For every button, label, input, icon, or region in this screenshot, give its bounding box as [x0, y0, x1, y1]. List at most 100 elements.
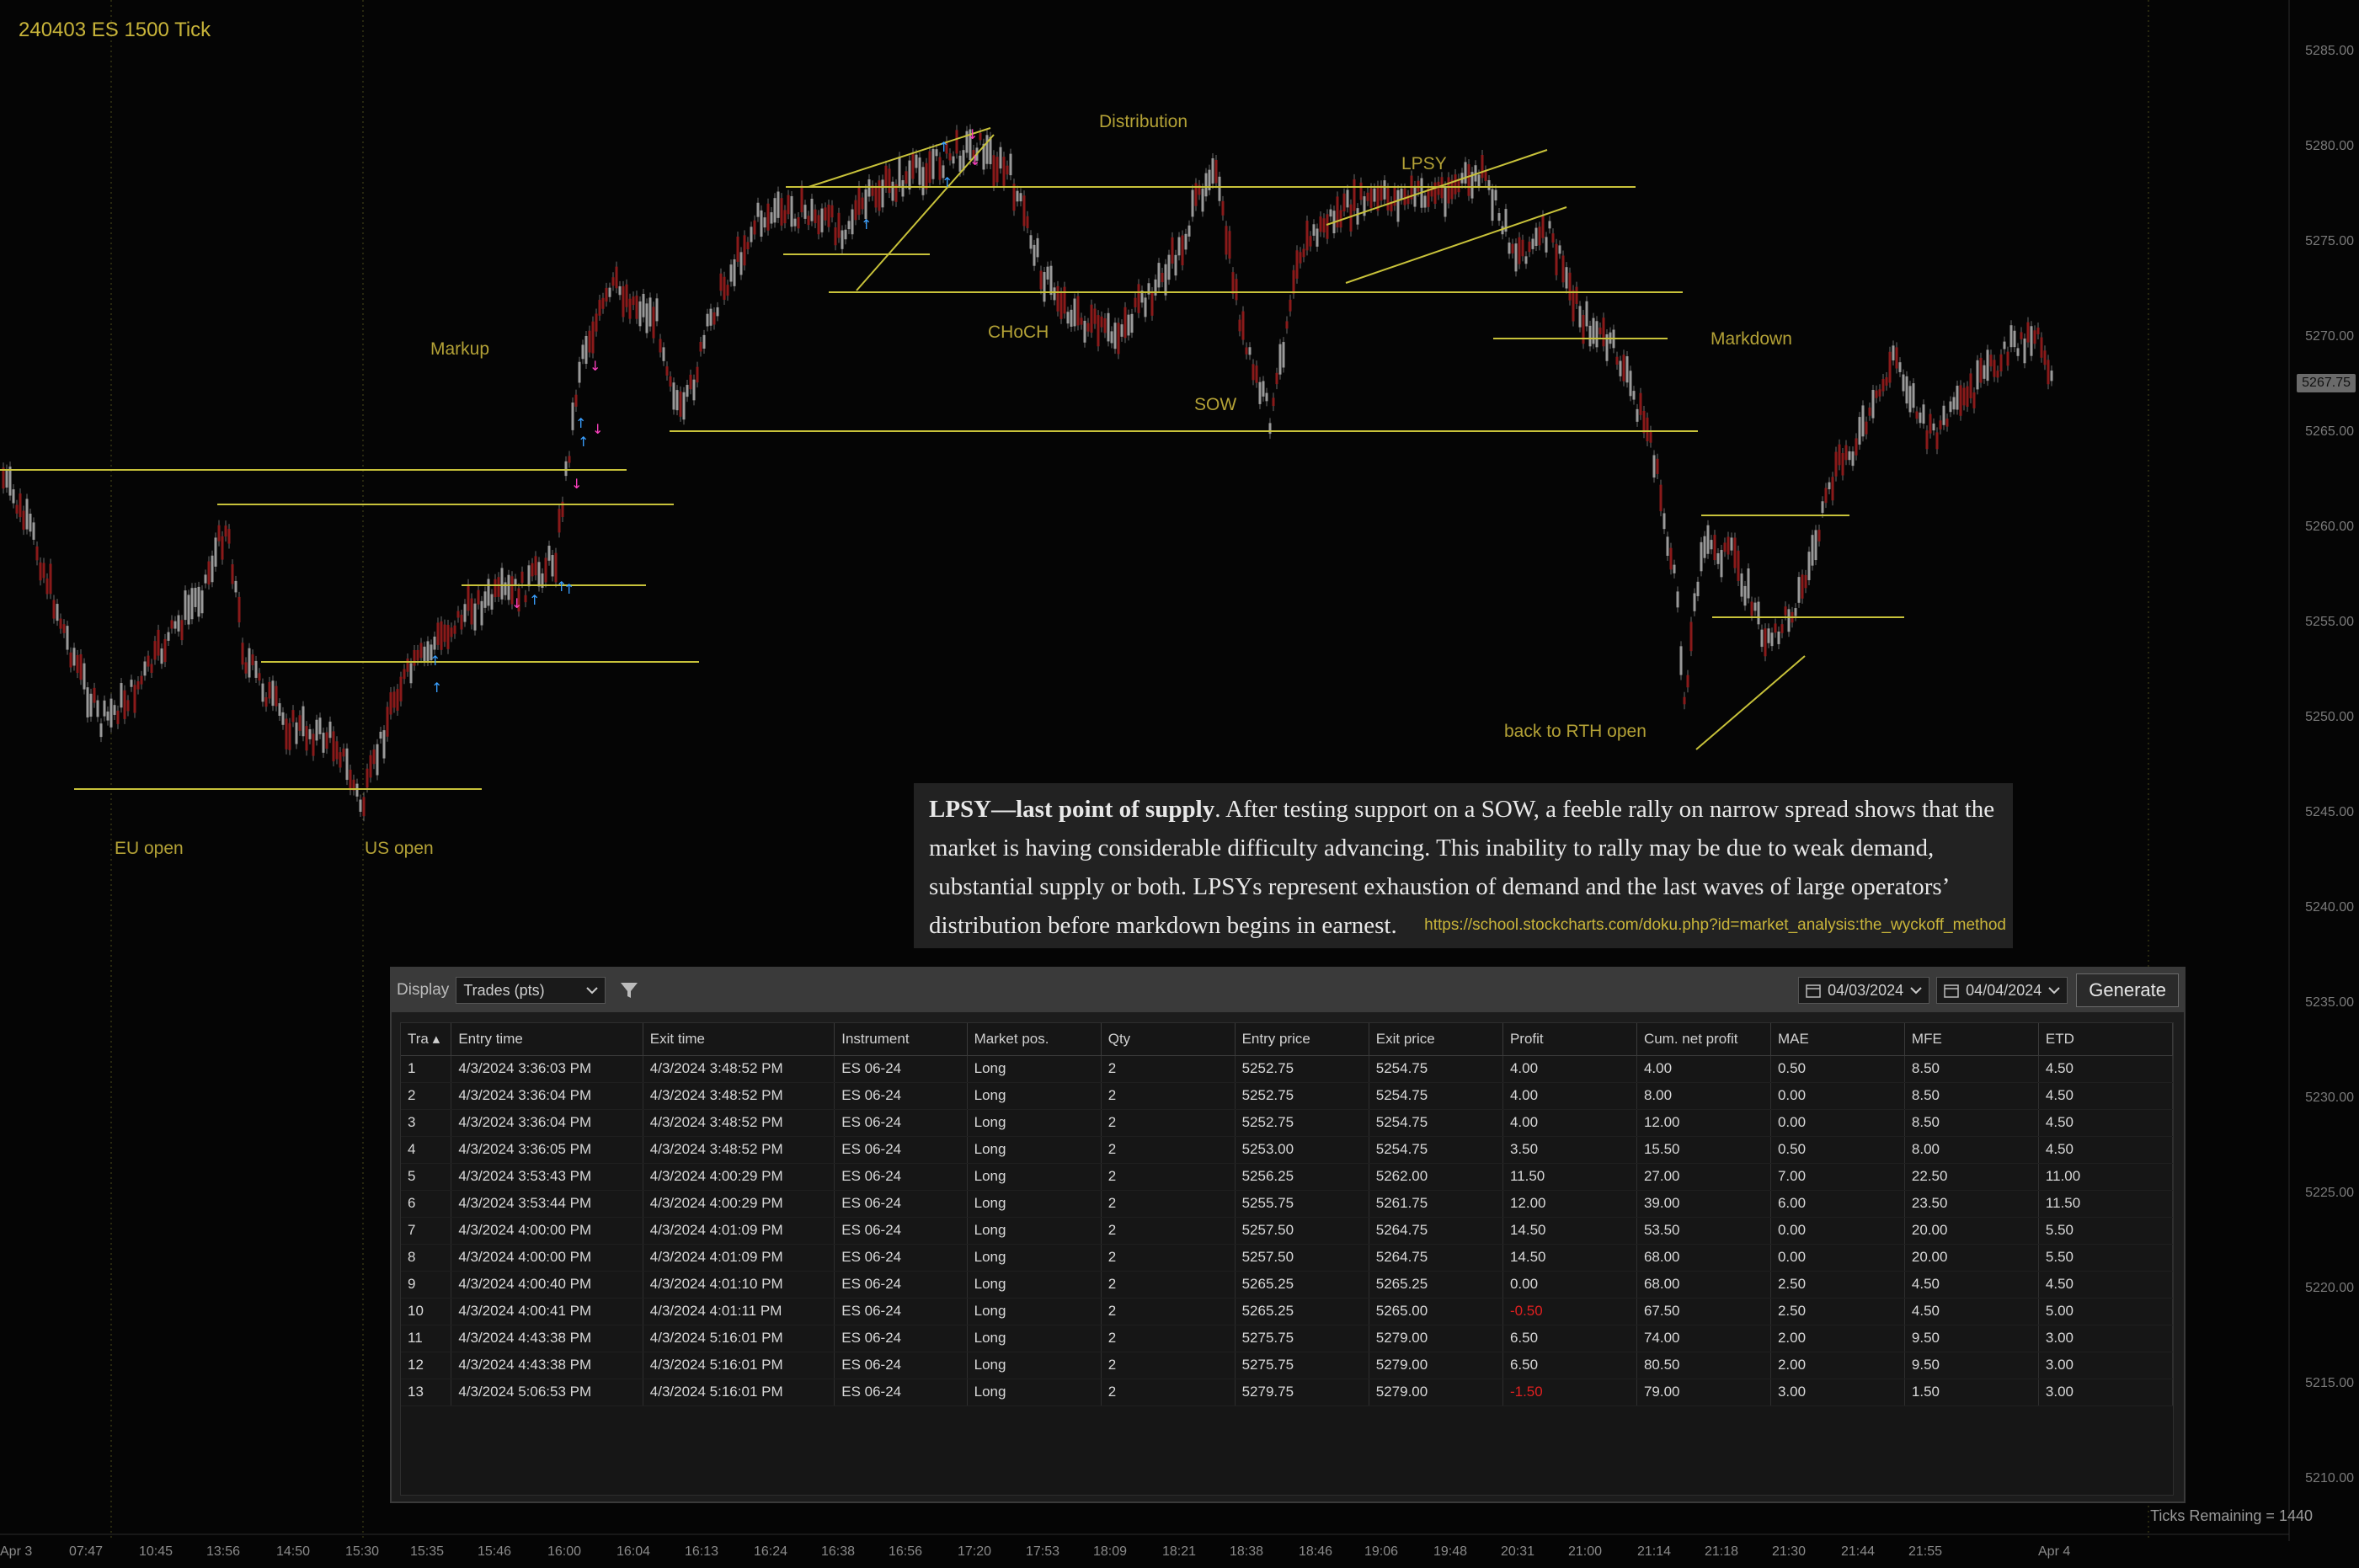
candle — [1157, 263, 1161, 288]
table-row[interactable]: 6 4/3/2024 3:53:44 PM 4/3/2024 4:00:29 PM E… — [401, 1190, 2174, 1218]
column-header[interactable]: Instrument — [834, 1023, 968, 1056]
candle — [1080, 317, 1083, 325]
column-header[interactable]: Profit — [1502, 1023, 1637, 1056]
candle — [1747, 568, 1750, 599]
table-cell: 5262.00 — [1369, 1163, 1503, 1191]
date-from-picker[interactable]: 04/03/2024 — [1798, 977, 1930, 1004]
candle — [628, 298, 632, 319]
candle — [328, 721, 332, 739]
candle — [1905, 376, 1908, 404]
candle — [1875, 390, 1878, 398]
table-cell: 2 — [1101, 1244, 1236, 1272]
table-row[interactable]: 1 4/3/2024 3:36:03 PM 4/3/2024 3:48:52 PM E… — [401, 1055, 2174, 1083]
candle — [854, 200, 857, 221]
candle — [76, 654, 79, 674]
table-cell: 8.50 — [1904, 1082, 2039, 1110]
candle — [25, 499, 29, 530]
table-row[interactable]: 5 4/3/2024 3:53:43 PM 4/3/2024 4:00:29 PM E… — [401, 1163, 2174, 1191]
date-to-picker[interactable]: 04/04/2024 — [1936, 977, 2068, 1004]
table-cell: 53.50 — [1636, 1217, 1771, 1245]
candle — [1700, 541, 1703, 572]
table-row[interactable]: 9 4/3/2024 4:00:40 PM 4/3/2024 4:01:10 PM E… — [401, 1271, 2174, 1299]
column-header[interactable]: MFE — [1904, 1023, 2039, 1056]
table-cell: 4/3/2024 5:16:01 PM — [643, 1325, 835, 1352]
candle — [985, 135, 989, 164]
table-cell: 2 — [1101, 1163, 1236, 1191]
candle — [1534, 227, 1538, 246]
candle — [19, 493, 22, 518]
table-cell: 4.50 — [2038, 1082, 2174, 1110]
table-cell: 5257.50 — [1235, 1217, 1369, 1245]
table-cell: 4/3/2024 3:36:04 PM — [451, 1109, 643, 1137]
candle — [153, 641, 157, 660]
candle — [1804, 574, 1807, 589]
candle — [96, 700, 99, 717]
table-cell: 2.50 — [1770, 1271, 1905, 1299]
column-header[interactable]: Entry price — [1235, 1023, 1369, 1056]
table-cell: 39.00 — [1636, 1190, 1771, 1218]
candle — [891, 181, 894, 201]
column-header[interactable]: ETD — [2038, 1023, 2174, 1056]
annotation-choch: CHoCH — [988, 323, 1049, 342]
time-tick-label: 19:48 — [1433, 1544, 1468, 1559]
table-cell: 12 — [401, 1352, 452, 1379]
candle — [1686, 675, 1689, 688]
column-header[interactable]: MAE — [1770, 1023, 1905, 1056]
table-row[interactable]: 11 4/3/2024 4:43:38 PM 4/3/2024 5:16:01 PM… — [401, 1325, 2174, 1352]
column-header[interactable]: Market pos. — [967, 1023, 1102, 1056]
candle — [686, 385, 689, 397]
candle — [1942, 405, 1945, 425]
table-cell: Long — [967, 1271, 1102, 1299]
candle — [1353, 179, 1356, 211]
candle — [841, 230, 844, 249]
candle — [1123, 307, 1127, 339]
candle — [312, 733, 315, 756]
candle — [1740, 573, 1743, 597]
candle — [874, 187, 878, 208]
candle — [1275, 372, 1278, 385]
table-cell: 5254.75 — [1369, 1055, 1503, 1083]
table-row[interactable]: 10 4/3/2024 4:00:41 PM 4/3/2024 4:01:11 PM… — [401, 1298, 2174, 1325]
table-row[interactable]: 13 4/3/2024 5:06:53 PM 4/3/2024 5:16:01 PM… — [401, 1379, 2174, 1406]
column-header[interactable]: Exit time — [643, 1023, 835, 1056]
column-header[interactable]: Exit price — [1369, 1023, 1503, 1056]
column-header[interactable]: Qty — [1101, 1023, 1236, 1056]
time-tick-label: 21:55 — [1908, 1544, 1943, 1559]
candle — [244, 662, 248, 674]
candle — [817, 215, 820, 235]
candle — [1481, 154, 1484, 179]
table-row[interactable]: 12 4/3/2024 4:43:38 PM 4/3/2024 5:16:01 PM… — [401, 1352, 2174, 1379]
column-header[interactable]: Cum. net profit — [1636, 1023, 1771, 1056]
time-tick-label: 16:56 — [889, 1544, 923, 1559]
price-tick-label: 5240.00 — [2305, 900, 2354, 915]
table-row[interactable]: 7 4/3/2024 4:00:00 PM 4/3/2024 4:01:09 PM E… — [401, 1217, 2174, 1245]
generate-button[interactable]: Generate — [2076, 973, 2179, 1007]
table-cell: 4.50 — [2038, 1055, 2174, 1083]
column-header[interactable]: Entry time — [451, 1023, 643, 1056]
table-cell: Long — [967, 1298, 1102, 1325]
candle — [2047, 360, 2050, 385]
candle — [1828, 482, 1831, 489]
candle — [1272, 397, 1275, 407]
candle — [1100, 316, 1103, 328]
table-cell: 15.50 — [1636, 1136, 1771, 1164]
table-row[interactable]: 8 4/3/2024 4:00:00 PM 4/3/2024 4:01:09 PM E… — [401, 1244, 2174, 1272]
candle — [59, 618, 62, 629]
candle — [1929, 413, 1932, 434]
table-cell: 5.00 — [2038, 1298, 2174, 1325]
price-tick-label: 5285.00 — [2305, 44, 2354, 58]
display-select[interactable]: Trades (pts) — [456, 977, 606, 1004]
table-cell: 4 — [401, 1136, 452, 1164]
table-row[interactable]: 2 4/3/2024 3:36:04 PM 4/3/2024 3:48:52 PM E… — [401, 1082, 2174, 1110]
column-header[interactable]: Tra ▴ — [401, 1023, 452, 1056]
table-row[interactable]: 4 4/3/2024 3:36:05 PM 4/3/2024 3:48:52 PM E… — [401, 1136, 2174, 1164]
candle — [1356, 208, 1359, 225]
candle — [1066, 312, 1070, 324]
candle — [1292, 269, 1295, 294]
quote-source-link[interactable]: https://school.stockcharts.com/doku.php?… — [1424, 906, 2006, 945]
table-row[interactable]: 3 4/3/2024 3:36:04 PM 4/3/2024 3:48:52 PM E… — [401, 1109, 2174, 1137]
funnel-icon[interactable] — [619, 980, 639, 1000]
candle — [1528, 241, 1531, 253]
candle — [504, 582, 507, 595]
candle — [756, 202, 760, 217]
